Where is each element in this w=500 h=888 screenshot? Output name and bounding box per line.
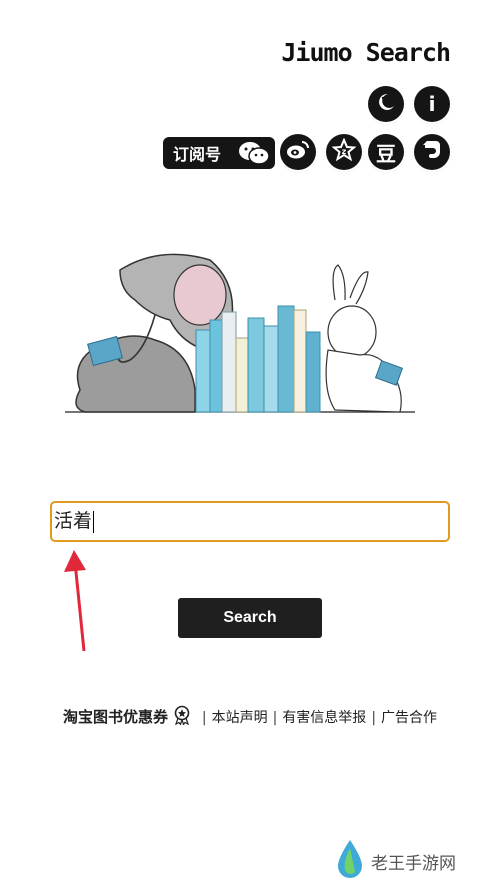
douban-icon: 豆 [376, 141, 396, 166]
badge-icon [172, 705, 196, 726]
annotation-arrow [60, 548, 100, 662]
footer-links: 淘宝图书优惠券 | 本站声明 | 有害信息举报 | 广告合作 [50, 705, 450, 729]
douban-button[interactable]: 豆 [368, 134, 404, 170]
evernote-button[interactable] [414, 134, 450, 170]
svg-text:z: z [342, 147, 347, 156]
star-icon: z [331, 136, 357, 167]
evernote-icon [421, 138, 443, 167]
search-input[interactable]: 活着 [50, 501, 450, 542]
weibo-icon [286, 139, 310, 166]
elephant-bunny-books-illustration [60, 240, 420, 424]
watermark: 老王手游网 [335, 838, 456, 885]
info-icon: i [428, 92, 436, 116]
ads-link[interactable]: 广告合作 [381, 710, 437, 726]
coupon-link[interactable]: 淘宝图书优惠券 [63, 708, 168, 726]
watermark-text: 老王手游网 [371, 854, 456, 874]
report-link[interactable]: 有害信息举报 [282, 710, 366, 726]
search-input-value: 活着 [54, 510, 93, 532]
night-mode-button[interactable] [368, 86, 404, 122]
subscribe-button[interactable]: 订阅号 [163, 137, 275, 169]
search-button[interactable]: Search [178, 598, 322, 638]
subscribe-label: 订阅号 [173, 145, 222, 164]
wechat-icon [237, 139, 271, 171]
text-caret [93, 510, 95, 533]
about-link[interactable]: 本站声明 [212, 710, 268, 726]
footer-separator: | [201, 710, 207, 726]
footer-separator: | [371, 710, 377, 726]
weibo-button[interactable] [280, 134, 316, 170]
water-drop-logo-icon [335, 838, 365, 885]
site-logo[interactable]: Jiumo Search [281, 38, 451, 67]
footer-separator: | [272, 710, 278, 726]
info-button[interactable]: i [414, 86, 450, 122]
moon-icon [375, 91, 397, 118]
star-button[interactable]: z [326, 134, 362, 170]
